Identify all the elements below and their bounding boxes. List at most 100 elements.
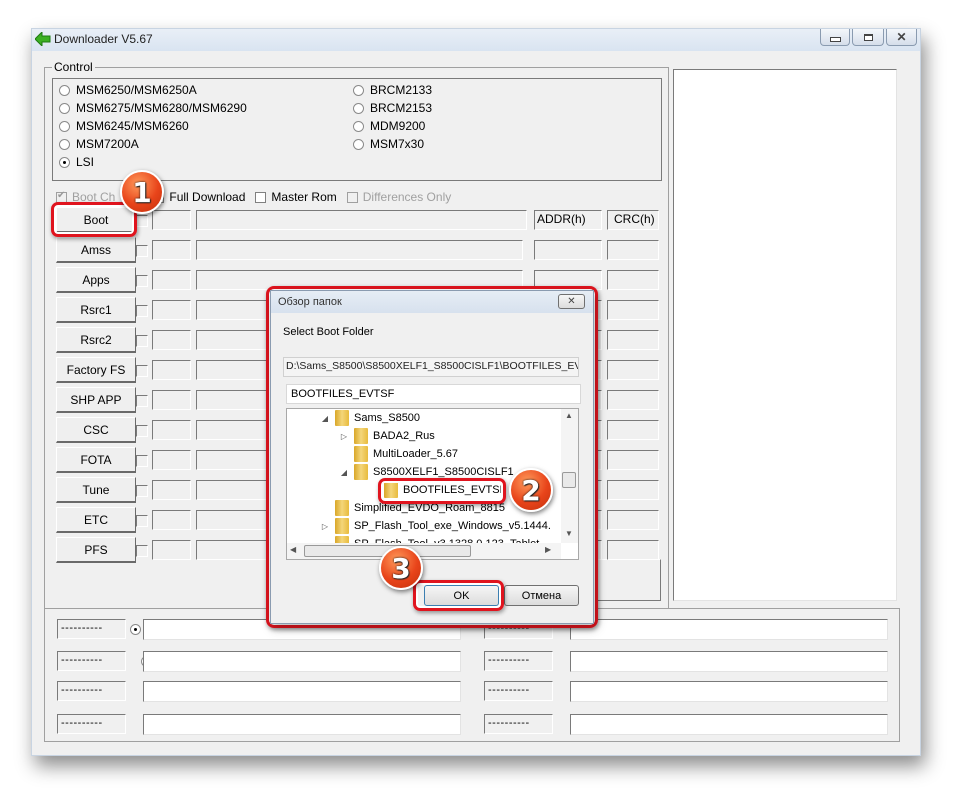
file-enable-checkbox[interactable]	[136, 395, 148, 407]
control-group-label: Control	[52, 60, 95, 74]
file-enable-checkbox[interactable]	[136, 365, 148, 377]
chipset-option[interactable]: LSI	[59, 153, 247, 171]
close-button[interactable]: ✕	[886, 29, 917, 46]
file-enable-checkbox[interactable]	[136, 515, 148, 527]
radio-msm6250[interactable]	[59, 84, 70, 96]
crc-field	[607, 420, 659, 440]
radio-msm6245[interactable]	[59, 120, 70, 132]
chipset-list-right: BRCM2133 BRCM2153 MDM9200 MSM7x30	[353, 81, 432, 153]
master-rom-checkbox[interactable]	[255, 191, 267, 203]
file-enable-checkbox[interactable]	[136, 335, 148, 347]
radio-msm7x30[interactable]	[353, 138, 364, 150]
chipset-label: BRCM2153	[370, 101, 433, 115]
callout-2-highlight	[378, 478, 506, 504]
chipset-option[interactable]: MSM6275/MSM6280/MSM6290	[59, 99, 247, 117]
port-value-field[interactable]	[143, 651, 461, 672]
port-label: ----------	[57, 714, 126, 734]
expand-arrow-icon[interactable]: ◢	[320, 414, 330, 423]
minimize-button[interactable]	[820, 29, 850, 46]
chipset-option[interactable]: BRCM2133	[353, 81, 432, 99]
file-enable-checkbox[interactable]	[136, 545, 148, 557]
boot-change-checkbox[interactable]	[56, 190, 67, 203]
title-bar[interactable]: Downloader V5.67 ✕	[32, 29, 920, 51]
file-button[interactable]: CSC	[56, 417, 136, 443]
file-button[interactable]: Tune	[56, 477, 136, 503]
file-enable-checkbox[interactable]	[136, 485, 148, 497]
tree-horizontal-scrollbar[interactable]: ◀ ▶	[287, 543, 561, 559]
scroll-right-icon[interactable]: ▶	[545, 545, 551, 554]
file-button[interactable]: FOTA	[56, 447, 136, 473]
dialog-close-button[interactable]: ✕	[558, 294, 585, 309]
callout-badge-3: 3	[379, 546, 423, 590]
close-icon: ✕	[896, 30, 907, 44]
file-enable-checkbox[interactable]	[136, 245, 148, 257]
tree-item[interactable]: MultiLoader_5.67	[339, 445, 458, 463]
expand-arrow-icon[interactable]: ◢	[339, 468, 349, 477]
port-value-field[interactable]	[570, 681, 888, 702]
maximize-button[interactable]	[852, 29, 884, 46]
file-enable-checkbox[interactable]	[136, 275, 148, 287]
browse-folder-dialog: Обзор папок ✕ Select Boot Folder D:\Sams…	[270, 290, 594, 624]
file-button[interactable]: Rsrc2	[56, 327, 136, 353]
file-button[interactable]: Rsrc1	[56, 297, 136, 323]
port-value-field[interactable]	[570, 619, 888, 640]
tree-item-label: S8500XELF1_S8500CISLF1	[373, 466, 514, 478]
radio-mdm9200[interactable]	[353, 120, 364, 132]
port-value-field[interactable]	[570, 714, 888, 735]
chipset-option[interactable]: BRCM2153	[353, 99, 432, 117]
file-button[interactable]: Amss	[56, 237, 136, 263]
radio-brcm2133[interactable]	[353, 84, 364, 96]
port-value-field[interactable]	[570, 651, 888, 672]
chipset-list-left: MSM6250/MSM6250A MSM6275/MSM6280/MSM6290…	[59, 81, 247, 171]
scroll-left-icon[interactable]: ◀	[290, 545, 296, 554]
file-button[interactable]: Apps	[56, 267, 136, 293]
collapse-arrow-icon[interactable]: ▷	[339, 432, 349, 441]
differences-only-checkbox[interactable]	[346, 191, 358, 203]
tree-item-label: MultiLoader_5.67	[373, 448, 459, 460]
chipset-option[interactable]: MSM7200A	[59, 135, 247, 153]
tree-vertical-scrollbar[interactable]: ▲ ▼	[561, 409, 578, 543]
chipset-option[interactable]: MDM9200	[353, 117, 432, 135]
file-path-field[interactable]	[196, 240, 523, 260]
tree-item[interactable]: ▷ SP_Flash_Tool_exe_Windows_v5.1444.	[320, 517, 551, 535]
port-radio[interactable]	[130, 624, 141, 635]
file-enable-checkbox[interactable]	[136, 455, 148, 467]
chipset-label: LSI	[76, 155, 95, 169]
file-button[interactable]: SHP APP	[56, 387, 136, 413]
chipset-label: MSM6275/MSM6280/MSM6290	[76, 101, 247, 115]
tree-item-label: SP_Flash_Tool_exe_Windows_v5.1444.	[354, 520, 551, 532]
scroll-up-icon[interactable]: ▲	[565, 411, 573, 420]
chipset-option[interactable]: MSM6250/MSM6250A	[59, 81, 247, 99]
file-size-field	[152, 210, 191, 230]
folder-icon	[354, 428, 368, 444]
file-enable-checkbox[interactable]	[136, 215, 148, 227]
radio-brcm2153[interactable]	[353, 102, 364, 114]
file-button[interactable]: Factory FS	[56, 357, 136, 383]
crc-field	[607, 540, 659, 560]
scroll-thumb[interactable]	[562, 472, 576, 488]
file-enable-checkbox[interactable]	[136, 425, 148, 437]
file-size-field	[152, 330, 191, 350]
chipset-option[interactable]: MSM6245/MSM6260	[59, 117, 247, 135]
crc-field	[607, 510, 659, 530]
cancel-button[interactable]: Отмена	[504, 585, 579, 606]
port-value-field[interactable]	[143, 714, 461, 735]
file-enable-checkbox[interactable]	[136, 305, 148, 317]
tree-item[interactable]: ▷ BADA2_Rus	[339, 427, 435, 445]
chipset-option[interactable]: MSM7x30	[353, 135, 432, 153]
file-size-field	[152, 240, 191, 260]
port-value-field[interactable]	[143, 681, 461, 702]
dialog-prompt: Select Boot Folder	[283, 326, 374, 338]
folder-name-input[interactable]	[286, 384, 581, 404]
dialog-title-bar[interactable]: Обзор папок ✕	[271, 291, 593, 313]
tree-item-label: BADA2_Rus	[373, 430, 435, 442]
file-button[interactable]: PFS	[56, 537, 136, 563]
scroll-down-icon[interactable]: ▼	[565, 529, 573, 538]
radio-msm6275[interactable]	[59, 102, 70, 114]
tree-item[interactable]: ◢ Sams_S8500	[320, 409, 420, 427]
file-button[interactable]: ETC	[56, 507, 136, 533]
radio-lsi[interactable]	[59, 156, 70, 168]
radio-msm7200a[interactable]	[59, 138, 70, 150]
collapse-arrow-icon[interactable]: ▷	[320, 522, 330, 531]
file-path-field[interactable]	[196, 210, 527, 230]
